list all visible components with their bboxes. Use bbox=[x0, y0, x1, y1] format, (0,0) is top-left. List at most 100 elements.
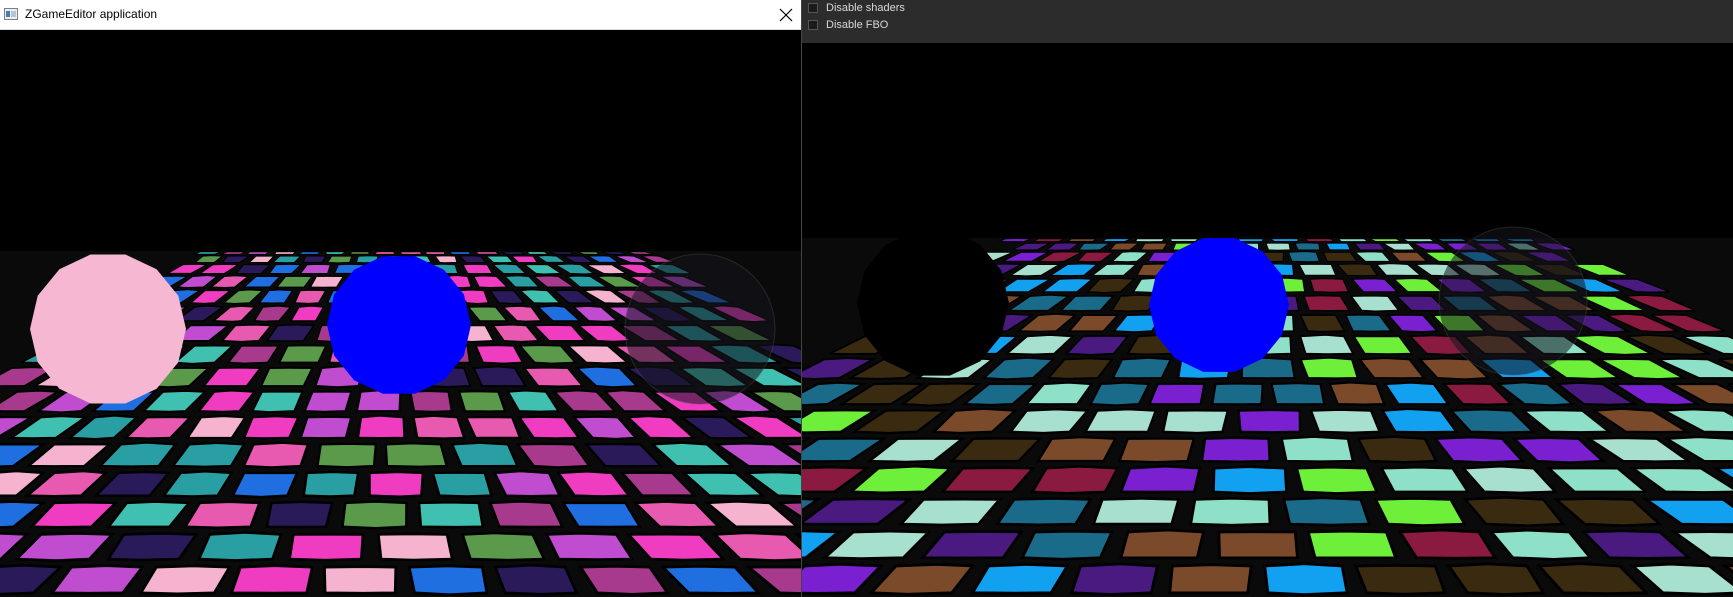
floor-tile bbox=[197, 531, 283, 562]
floor-tile bbox=[1035, 435, 1118, 463]
floor-tile bbox=[1170, 238, 1200, 242]
floor-tile bbox=[407, 564, 489, 597]
floor-tile bbox=[1265, 242, 1291, 251]
floor-tile bbox=[1295, 466, 1379, 495]
floor-tile bbox=[462, 263, 493, 275]
render-viewport-right[interactable] bbox=[802, 43, 1733, 597]
disable-fbo-checkbox[interactable] bbox=[808, 20, 818, 30]
floor-tile bbox=[230, 471, 299, 499]
sphere bbox=[327, 256, 471, 394]
floor-tile bbox=[1066, 238, 1098, 242]
floor-tile bbox=[1119, 465, 1202, 494]
floor-tile bbox=[356, 414, 406, 440]
floor-tile bbox=[409, 389, 453, 413]
floor-tile bbox=[1161, 409, 1230, 435]
floor-tile bbox=[302, 470, 360, 498]
floor-tile bbox=[1217, 530, 1299, 560]
floor-tile bbox=[1069, 562, 1160, 596]
floor-tile bbox=[242, 441, 310, 469]
options-window: Disable shaders Disable FBO bbox=[801, 0, 1733, 597]
floor-tile bbox=[1299, 333, 1355, 356]
disable-shaders-checkbox[interactable] bbox=[808, 3, 818, 13]
floor-tile bbox=[1270, 382, 1326, 406]
floor-tile bbox=[994, 497, 1093, 527]
floor-tile bbox=[1328, 381, 1386, 406]
app-window-icon bbox=[4, 8, 18, 20]
floor-tile bbox=[1294, 242, 1321, 251]
option-disable-fbo[interactable]: Disable FBO bbox=[808, 17, 888, 33]
title-bar[interactable]: ZGameEditor application bbox=[0, 0, 801, 30]
floor-tile bbox=[303, 390, 353, 413]
floor-tile bbox=[1299, 314, 1346, 333]
floor-tile bbox=[1212, 465, 1288, 495]
floor-tile bbox=[323, 565, 398, 595]
floor-tile bbox=[999, 237, 1032, 243]
render-viewport-left[interactable] bbox=[0, 29, 801, 597]
translucent-sphere bbox=[624, 253, 776, 405]
floor-tile bbox=[1147, 382, 1206, 406]
floor-tile bbox=[277, 344, 328, 364]
floor-tile bbox=[460, 531, 547, 562]
floor-tile bbox=[1287, 250, 1320, 263]
floor-tile bbox=[1189, 497, 1272, 527]
close-button[interactable] bbox=[772, 4, 800, 26]
floor-tile bbox=[1101, 237, 1132, 242]
option-disable-shaders[interactable]: Disable shaders bbox=[808, 0, 905, 16]
floor-tile bbox=[423, 251, 446, 256]
floor-tile bbox=[302, 255, 327, 263]
floor-tile bbox=[265, 500, 334, 529]
floor-tile bbox=[138, 564, 232, 596]
floor-tile bbox=[1353, 242, 1387, 251]
floor-tile bbox=[1030, 465, 1120, 495]
sphere bbox=[30, 254, 186, 404]
floor-tile bbox=[316, 442, 378, 469]
floor-tile bbox=[457, 390, 507, 413]
floor-tile bbox=[1436, 237, 1469, 242]
floor-tile bbox=[1211, 382, 1264, 406]
floor-tile bbox=[448, 251, 472, 255]
floor-tile bbox=[1237, 238, 1265, 243]
floor-tile bbox=[250, 390, 304, 414]
floor-tile bbox=[1168, 563, 1253, 595]
floor-tile bbox=[373, 250, 396, 255]
floor-tile bbox=[417, 501, 485, 529]
floor-tile bbox=[412, 414, 466, 440]
floor-tile bbox=[1309, 408, 1382, 434]
floor-tile bbox=[1322, 251, 1358, 262]
floor-tile bbox=[1088, 381, 1151, 407]
floor-tile bbox=[273, 251, 297, 255]
floor-tile bbox=[288, 532, 365, 562]
floor-tile bbox=[1119, 528, 1206, 560]
floor-tile bbox=[493, 563, 579, 596]
floor-tile bbox=[384, 442, 449, 468]
floor-tile bbox=[474, 344, 525, 365]
floor-tile bbox=[1309, 277, 1350, 294]
floor-tile bbox=[1031, 238, 1066, 243]
floor-tile bbox=[1020, 529, 1114, 561]
floor-tile bbox=[400, 251, 423, 256]
floor-tile bbox=[1237, 408, 1302, 434]
options-bar: Disable shaders Disable FBO bbox=[802, 0, 1733, 43]
floor-tile bbox=[1356, 435, 1438, 464]
floor-tile bbox=[297, 251, 322, 255]
floor-tile bbox=[1306, 529, 1398, 560]
floor-tile bbox=[544, 531, 635, 561]
floor-tile bbox=[1304, 237, 1335, 243]
floor-tile bbox=[246, 251, 271, 255]
floor-tile bbox=[1337, 238, 1370, 243]
app-window: ZGameEditor application bbox=[0, 0, 801, 597]
floor-tile bbox=[1369, 238, 1403, 242]
sphere bbox=[1149, 238, 1289, 372]
floor-tile bbox=[1280, 435, 1355, 463]
floor-tile bbox=[326, 255, 353, 264]
floor-tile bbox=[376, 532, 454, 562]
floor-tile bbox=[1111, 356, 1173, 380]
floor-tile bbox=[324, 251, 348, 256]
floor-tile bbox=[1325, 242, 1352, 251]
disable-shaders-label: Disable shaders bbox=[826, 2, 905, 14]
floor-tile bbox=[1091, 497, 1181, 526]
sphere bbox=[857, 230, 1009, 376]
floor-tile bbox=[464, 415, 522, 439]
floor-tile bbox=[1298, 263, 1337, 276]
floor-tile bbox=[492, 469, 562, 498]
